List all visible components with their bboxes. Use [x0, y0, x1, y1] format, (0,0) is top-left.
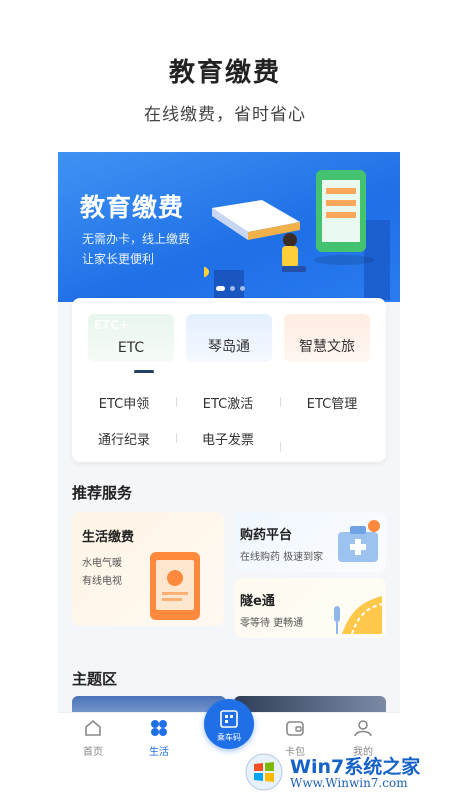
- etc-activate-link[interactable]: ETC激活: [176, 393, 280, 412]
- active-tab-indicator: [134, 370, 154, 373]
- tab-label: 智慧文旅: [299, 339, 355, 355]
- phone-bill-icon: [150, 552, 200, 620]
- phone-screen: 教育缴费 无需办卡，线上缴费 让家长更便利 ETC+ ETC 琴岛通 智慧文旅 …: [58, 152, 400, 760]
- service-title: 隧e通: [240, 594, 275, 609]
- pager-dot: [216, 286, 225, 291]
- service-desc: 有线电视: [82, 576, 122, 587]
- qr-code-icon: [220, 710, 238, 728]
- tab-etc-ghost: ETC+: [94, 318, 130, 332]
- tabbar-label: 首页: [83, 747, 103, 758]
- user-icon: [354, 720, 372, 737]
- service-pharmacy[interactable]: 购药平台 在线购药 极速到家: [234, 512, 386, 572]
- service-card: ETC+ ETC 琴岛通 智慧文旅 ETC申领 ETC激活 ETC管理 通行纪录…: [72, 298, 386, 462]
- tabbar-label: 生活: [149, 747, 169, 758]
- service-life-payment[interactable]: 生活缴费 水电气暖 有线电视: [72, 512, 224, 626]
- medicine-box-icon: [338, 520, 380, 562]
- toll-records-link[interactable]: 通行纪录: [72, 429, 176, 448]
- banner-line-2: 让家长更便利: [82, 252, 155, 266]
- pager-dot: [240, 286, 245, 291]
- section-title-theme: 主题区: [72, 670, 118, 688]
- road-icon: [334, 596, 383, 635]
- service-title: 购药平台: [240, 528, 293, 543]
- banner-pager: [216, 286, 245, 291]
- service-tunnel-pass[interactable]: 隧e通 零等待 更畅通: [234, 578, 386, 638]
- section-title-recommend: 推荐服务: [72, 484, 133, 502]
- service-desc: 零等待 更畅通: [240, 618, 304, 629]
- tab-smart-tourism[interactable]: 智慧文旅: [284, 314, 370, 362]
- ride-code-button[interactable]: 乘车码: [204, 699, 254, 749]
- windows-logo-icon: [245, 753, 283, 791]
- promo-banner[interactable]: 教育缴费 无需办卡，线上缴费 让家长更便利: [58, 152, 400, 302]
- service-desc: 在线购药 极速到家: [240, 552, 324, 563]
- tabbar-home[interactable]: 首页: [68, 719, 118, 758]
- e-invoice-link[interactable]: 电子发票: [176, 429, 280, 448]
- site-watermark: Win7系统之家 Www.Winwin7.com: [244, 752, 444, 792]
- tab-label: 琴岛通: [208, 339, 250, 355]
- etc-manage-link[interactable]: ETC管理: [280, 393, 384, 412]
- wallet-icon: [286, 721, 304, 736]
- tabbar-life[interactable]: 生活: [134, 719, 184, 758]
- ride-code-label: 乘车码: [217, 733, 241, 742]
- tab-qindaotong[interactable]: 琴岛通: [186, 314, 272, 362]
- page-title: 教育缴费: [168, 58, 281, 88]
- banner-line-1: 无需办卡，线上缴费: [82, 232, 191, 246]
- tab-etc[interactable]: ETC+ ETC: [88, 314, 174, 362]
- home-icon: [85, 719, 101, 736]
- etc-service-grid: ETC申领 ETC激活 ETC管理 通行纪录 电子发票: [72, 384, 386, 456]
- grid-row: ETC申领 ETC激活 ETC管理: [72, 384, 386, 420]
- watermark-url: Www.Winwin7.com: [290, 776, 408, 790]
- etc-apply-link[interactable]: ETC申领: [72, 393, 176, 412]
- clover-icon: [151, 720, 167, 736]
- pager-dot: [230, 286, 235, 291]
- service-title: 生活缴费: [82, 530, 135, 545]
- service-desc: 水电气暖: [82, 558, 122, 569]
- tab-label: ETC: [117, 340, 145, 356]
- banner-title: 教育缴费: [80, 193, 185, 222]
- watermark-brand: Win7系统之家: [290, 756, 421, 778]
- banner-illustration: [204, 170, 390, 300]
- category-tabs: ETC+ ETC 琴岛通 智慧文旅: [88, 314, 370, 366]
- page-subtitle: 在线缴费，省时省心: [144, 105, 306, 125]
- grid-row: 通行纪录 电子发票: [72, 420, 386, 456]
